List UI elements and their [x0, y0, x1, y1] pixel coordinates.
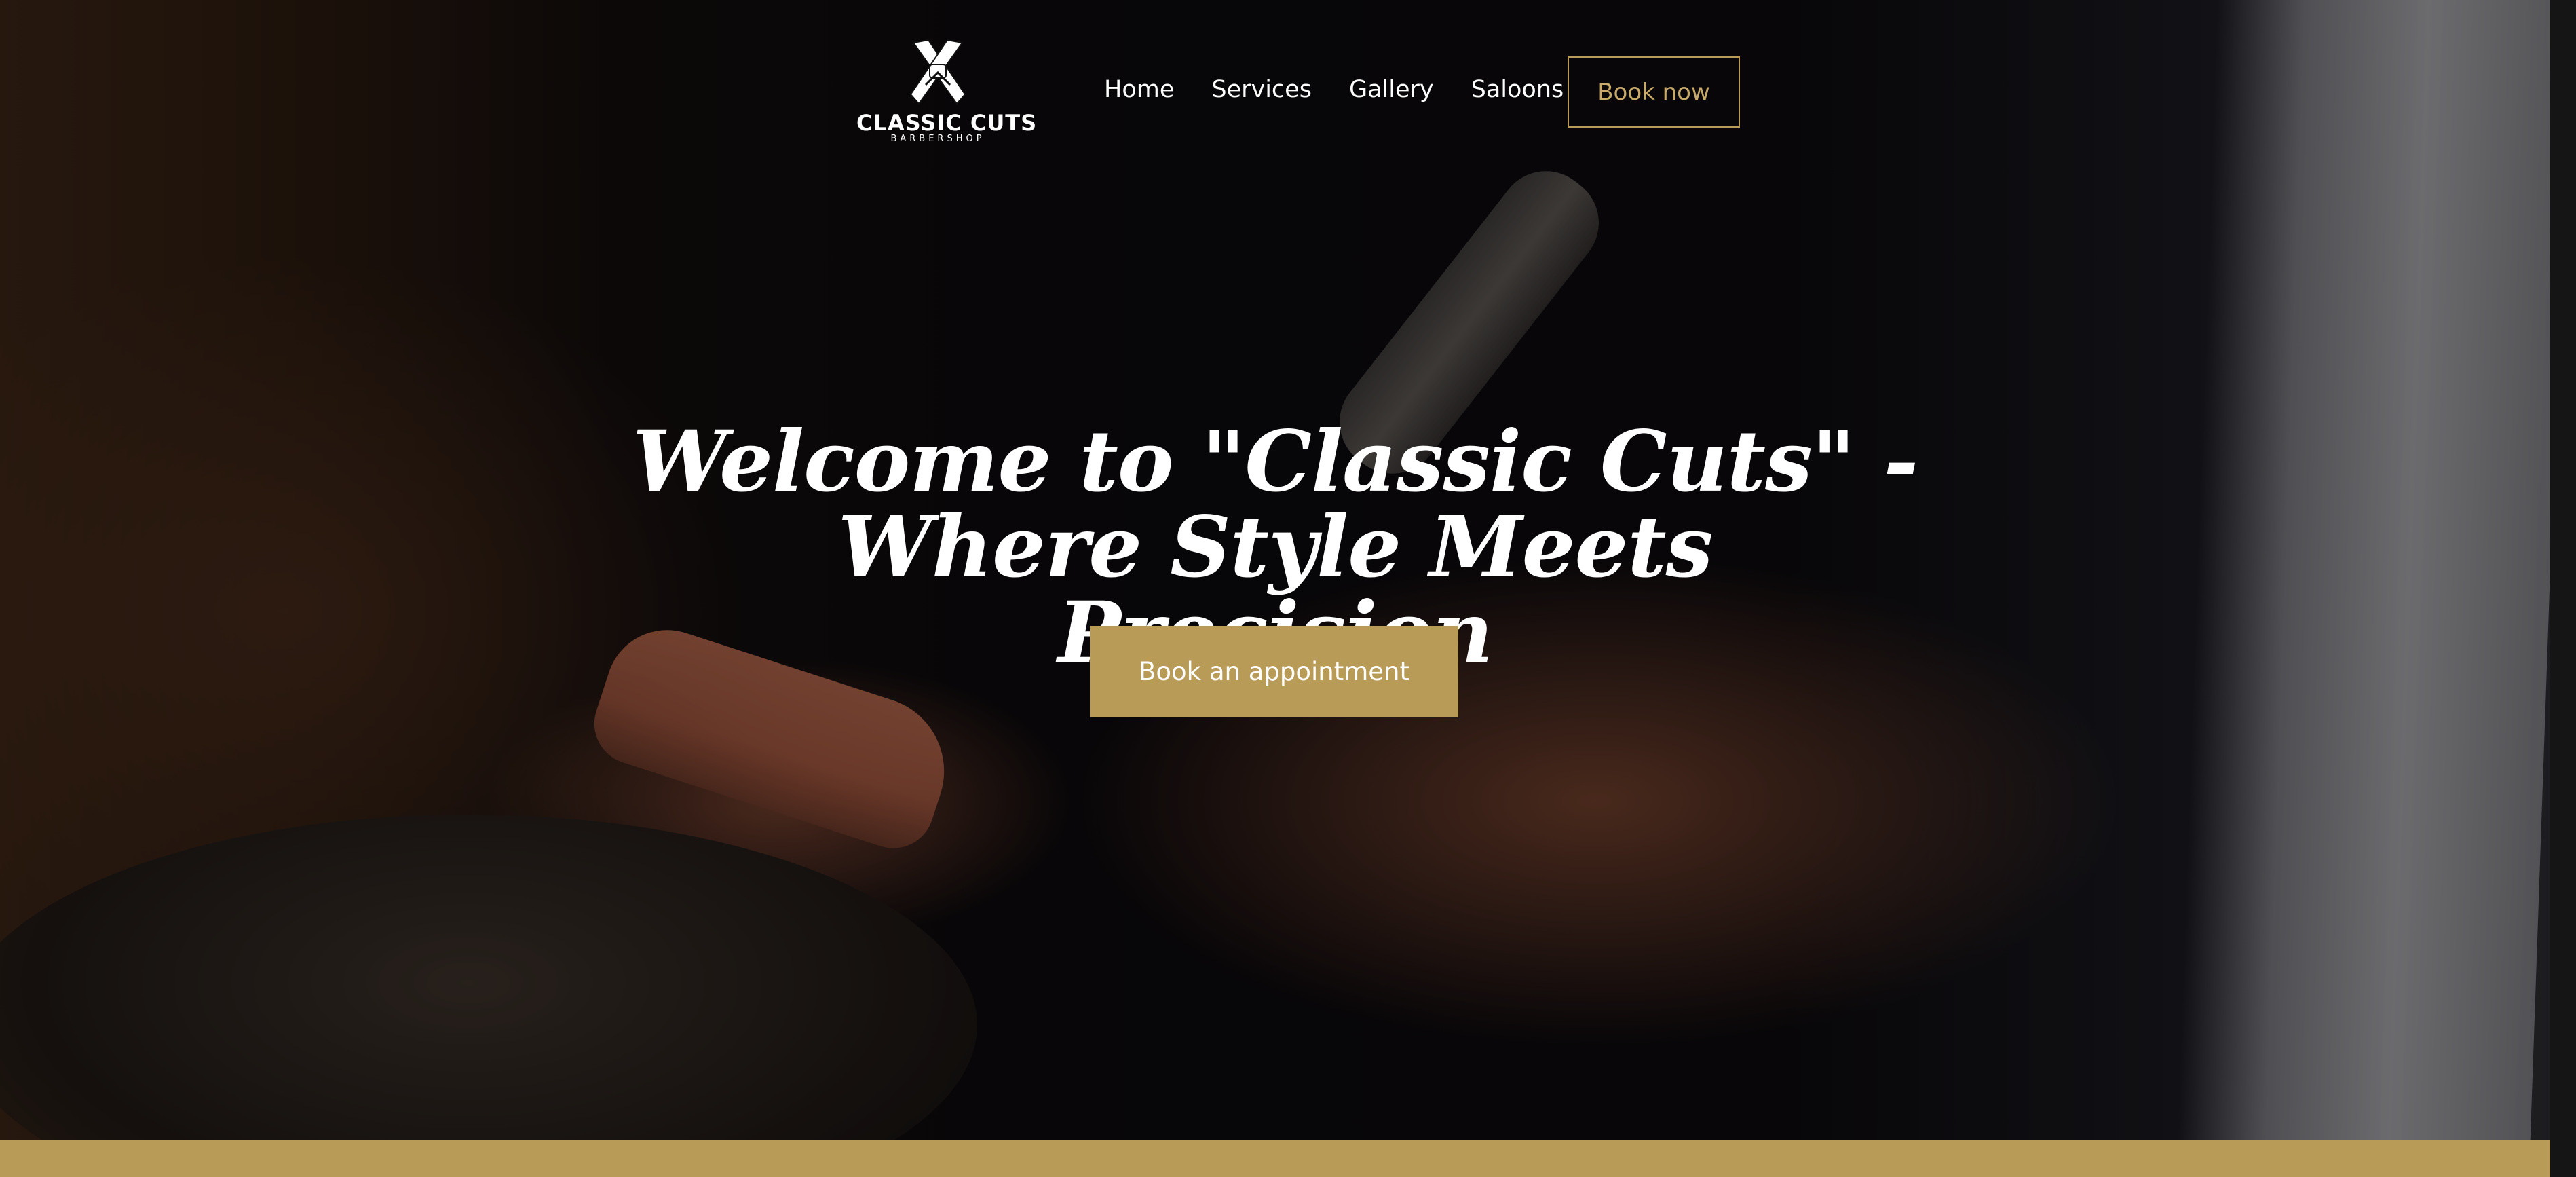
main-nav: Home Services Gallery Saloons — [1104, 73, 1564, 107]
section-divider-band — [0, 1140, 2550, 1177]
hero-title-line-1: Welcome to "Classic Cuts" - — [632, 413, 1918, 511]
nav-gallery[interactable]: Gallery — [1349, 76, 1434, 103]
nav-services[interactable]: Services — [1211, 76, 1312, 103]
crossed-razors-icon — [909, 39, 966, 105]
logo-tagline: BARBERSHOP — [890, 134, 985, 144]
site-header: CLASSIC CUTS BARBERSHOP Home Services Ga… — [856, 37, 1745, 153]
logo-name: CLASSIC CUTS — [856, 110, 1038, 136]
logo-link[interactable]: CLASSIC CUTS BARBERSHOP — [856, 37, 1038, 153]
book-now-button[interactable]: Book now — [1568, 56, 1740, 128]
book-appointment-button[interactable]: Book an appointment — [1090, 626, 1458, 717]
nav-saloons[interactable]: Saloons — [1471, 76, 1564, 103]
nav-home[interactable]: Home — [1104, 76, 1174, 103]
scrollbar[interactable] — [2550, 0, 2576, 1177]
page: CLASSIC CUTS BARBERSHOP Home Services Ga… — [0, 0, 2576, 1177]
